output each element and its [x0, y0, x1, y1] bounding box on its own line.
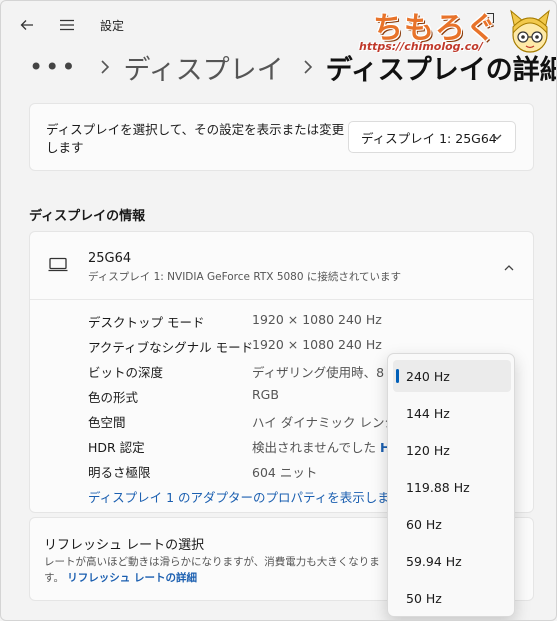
info-row-label: 明るさ極限 — [88, 465, 151, 480]
chevron-right-icon — [298, 52, 318, 82]
monitor-icon — [48, 257, 68, 277]
chevron-down-icon — [491, 131, 503, 146]
refresh-option[interactable]: 240 Hz — [393, 360, 511, 392]
display-dropdown-value: ディスプレイ 1: 25G64 — [361, 130, 497, 146]
hamburger-menu-icon[interactable] — [55, 13, 79, 37]
info-row-value: 604 ニット — [252, 465, 318, 480]
window-title: 設定 — [100, 19, 125, 33]
monitor-connection: ディスプレイ 1: NVIDIA GeForce RTX 5080 に接続されて… — [88, 271, 402, 283]
info-row-label: デスクトップ モード — [88, 315, 205, 330]
breadcrumb-display[interactable]: ディスプレイ — [123, 48, 283, 87]
breadcrumb: ••• ディスプレイ ディスプレイの詳細設定 — [29, 47, 556, 87]
display-info-header[interactable]: 25G64 ディスプレイ 1: NVIDIA GeForce RTX 5080 … — [30, 232, 533, 300]
adapter-properties-link[interactable]: ディスプレイ 1 のアダプターのプロパティを表示します — [88, 487, 402, 506]
page-title: ディスプレイの詳細設定 — [325, 54, 556, 86]
hdr-value-text: 検出されませんでした — [252, 440, 377, 455]
info-row-value: 検出されませんでした HD — [252, 437, 401, 456]
back-arrow-icon[interactable] — [15, 13, 39, 37]
chevron-right-icon — [95, 52, 115, 82]
info-row-value: RGB — [252, 387, 279, 402]
info-row-label: ビットの深度 — [88, 365, 164, 380]
info-row-value: 1920 × 1080 240 Hz — [252, 337, 382, 352]
refresh-rate-dropdown-menu: 240 Hz 144 Hz 120 Hz 119.88 Hz 60 Hz 59.… — [387, 353, 515, 617]
display-select-label: ディスプレイを選択して、その設定を表示または変更します — [46, 122, 345, 155]
info-row-value: 1920 × 1080 240 Hz — [252, 312, 382, 327]
chevron-up-icon[interactable] — [503, 259, 515, 278]
info-row-label: HDR 認定 — [88, 440, 145, 455]
display-select-card: ディスプレイを選択して、その設定を表示または変更します ディスプレイ 1: 25… — [29, 103, 534, 171]
refresh-rate-description: レートが高いほど動きは滑らかになりますが、消費電力も大きくなります。 リフレッシ… — [44, 554, 384, 586]
monitor-name: 25G64 — [88, 251, 132, 266]
refresh-option[interactable]: 60 Hz — [393, 508, 511, 540]
refresh-rate-title: リフレッシュ レートの選択 — [44, 538, 205, 553]
settings-window: 設定 ちもろぐ https://chimolog.co/ ••• ディスプレイ … — [0, 0, 557, 621]
refresh-rate-details-link[interactable]: リフレッシュ レートの詳細 — [67, 572, 197, 584]
refresh-option[interactable]: 144 Hz — [393, 397, 511, 429]
info-row-label: 色の形式 — [88, 390, 139, 405]
info-row-label: 色空間 — [88, 415, 126, 430]
refresh-option[interactable]: 119.88 Hz — [393, 471, 511, 503]
refresh-option[interactable]: 120 Hz — [393, 434, 511, 466]
section-title-display-info: ディスプレイの情報 — [29, 209, 146, 224]
refresh-option[interactable]: 59.94 Hz — [393, 545, 511, 577]
info-row-label: アクティブなシグナル モード — [88, 340, 254, 355]
info-row-value: ディザリング使用時、8 ビ — [252, 365, 401, 380]
display-dropdown[interactable]: ディスプレイ 1: 25G64 — [348, 121, 516, 153]
breadcrumb-overflow[interactable]: ••• — [29, 53, 77, 81]
refresh-option[interactable]: 50 Hz — [393, 582, 511, 614]
